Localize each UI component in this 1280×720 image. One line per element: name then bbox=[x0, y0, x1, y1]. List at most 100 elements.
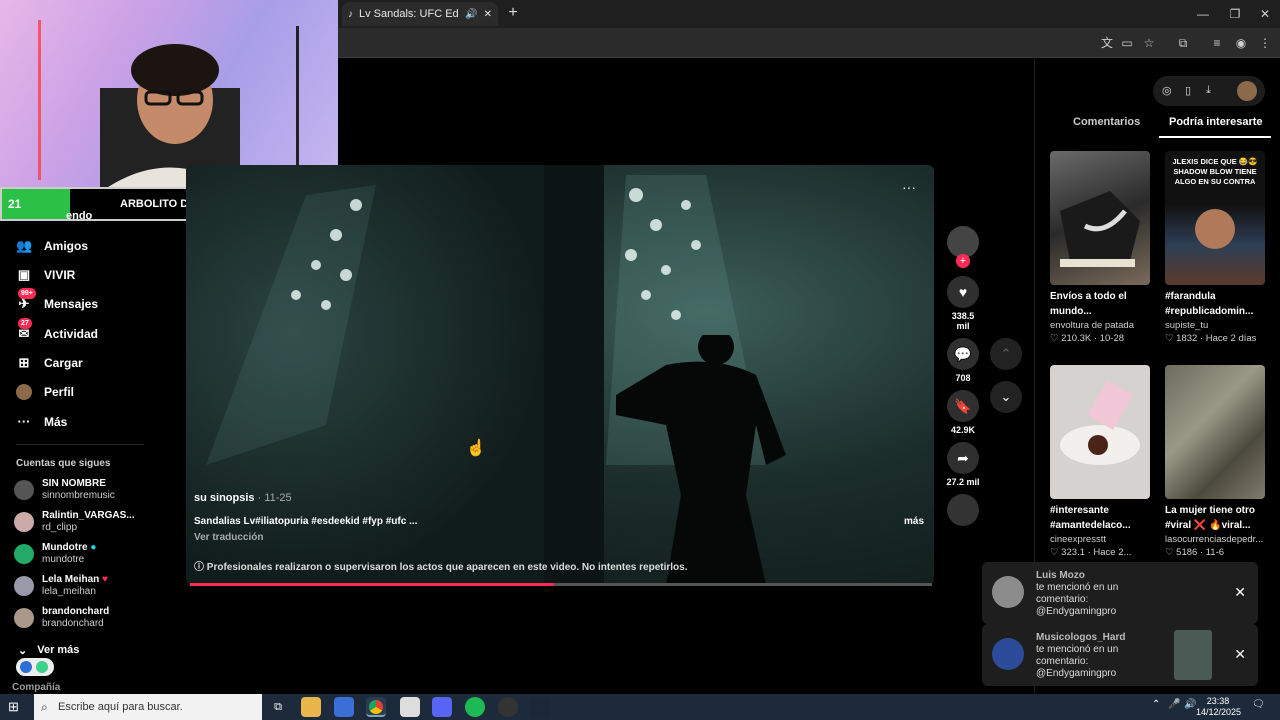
suggested-card[interactable]: JLEXIS DICE QUE 😂😎 SHADOW BLOW TIENE ALG… bbox=[1165, 151, 1265, 344]
live-icon: ▣ bbox=[17, 267, 31, 282]
suggested-card[interactable]: La mujer tiene otro #viral ❌ 🔥viral... l… bbox=[1165, 365, 1265, 558]
compass-icon[interactable]: ◎ bbox=[1162, 84, 1172, 97]
download-icon[interactable]: ⤓ bbox=[1206, 84, 1211, 97]
card-title-line2: mundo... bbox=[1050, 306, 1092, 317]
cast-icon[interactable]: ▭ bbox=[1118, 34, 1136, 52]
sidebar-item-label: Actividad bbox=[44, 327, 99, 341]
extensions-icon[interactable]: ⧉ bbox=[1174, 34, 1192, 52]
browser-tab[interactable]: ♪ Lv Sandals: UFC Edit Featur 🔊 ✕ bbox=[342, 2, 498, 26]
more-link[interactable]: más bbox=[904, 516, 924, 527]
notification-center-icon[interactable]: 🗨 bbox=[1252, 699, 1265, 710]
overlay-counter: 21 bbox=[2, 189, 70, 219]
profile-avatar-icon[interactable]: ◉ bbox=[1232, 34, 1250, 52]
suggested-card[interactable]: #interesante #amantedelaco... cineexpres… bbox=[1050, 365, 1150, 558]
card-thumb-text: JLEXIS DICE QUE 😂😎 SHADOW BLOW TIENE ALG… bbox=[1172, 157, 1258, 186]
speaker-icon[interactable]: 🔊 bbox=[465, 9, 477, 20]
following-item[interactable]: brandonchard brandonchard bbox=[14, 606, 109, 630]
webcam-overlay bbox=[0, 0, 338, 190]
store-icon[interactable] bbox=[334, 697, 354, 717]
new-tab-button[interactable]: + bbox=[504, 4, 522, 22]
info-icon: ⓘ bbox=[194, 562, 204, 573]
tray-chevron-icon[interactable]: ⌃ bbox=[1152, 699, 1160, 710]
restore-button[interactable]: ❐ bbox=[1218, 0, 1252, 28]
tab-close-icon[interactable]: ✕ bbox=[484, 9, 492, 20]
following-item[interactable]: Ralintin_VARGAS... rd_clipp bbox=[14, 510, 135, 534]
video-player[interactable]: ··· su sinopsis · 11-25 Sandalias Lv#ili… bbox=[186, 165, 934, 585]
notes-icon[interactable] bbox=[400, 697, 420, 717]
windows-start-icon[interactable]: ⊞ bbox=[8, 699, 24, 715]
volume-icon[interactable]: 🔊 bbox=[1184, 699, 1196, 710]
music-disc-icon bbox=[947, 494, 979, 526]
sidebar-item-live[interactable]: ▣ VIVIR bbox=[16, 263, 76, 287]
card-title: #farandula bbox=[1165, 291, 1216, 302]
follow-plus-icon[interactable]: + bbox=[956, 254, 970, 268]
mention-notification[interactable]: Musicologos_Hard te mencionó en un comen… bbox=[982, 624, 1258, 686]
left-sidebar: 👥 Amigos ▣ VIVIR ✈ 99+ Mensajes ✉ 27 Activ… bbox=[0, 220, 170, 694]
like-button[interactable]: ♥ 338.5 mil bbox=[946, 276, 980, 331]
following-item[interactable]: Mundotre ● mundotre bbox=[14, 542, 96, 566]
discord-icon[interactable] bbox=[432, 697, 452, 717]
avatar bbox=[14, 512, 34, 532]
comment-button[interactable]: 💬 708 bbox=[946, 338, 980, 383]
tab-suggested[interactable]: Podría interesarte bbox=[1169, 116, 1263, 128]
following-item[interactable]: SIN NOMBRE sinnombremusic bbox=[14, 478, 115, 502]
notification-thumbnail bbox=[1174, 630, 1212, 680]
music-disc[interactable] bbox=[946, 494, 980, 526]
obs-icon[interactable] bbox=[498, 697, 518, 717]
tab-comments[interactable]: Comentarios bbox=[1073, 116, 1140, 128]
company-link[interactable]: Compañía bbox=[12, 682, 60, 693]
media-icon[interactable]: ≡ bbox=[1208, 34, 1226, 52]
following-item[interactable]: Lela Meihan ♥ lela_meihan bbox=[14, 574, 108, 598]
steam-icon[interactable] bbox=[530, 697, 550, 717]
sneaker-image bbox=[1060, 191, 1140, 267]
avatar bbox=[992, 638, 1024, 670]
close-window-button[interactable]: ✕ bbox=[1248, 0, 1280, 28]
save-count: 42.9K bbox=[950, 425, 976, 435]
suggested-card[interactable]: Envíos a todo el mundo... envoltura de p… bbox=[1050, 151, 1150, 344]
browser-menu-icon[interactable]: ⋮ bbox=[1256, 34, 1274, 52]
card-title-line2: #amantedelaco... bbox=[1050, 520, 1131, 531]
save-button[interactable]: 🔖 42.9K bbox=[946, 390, 980, 435]
taskbar-search[interactable]: ⌕ Escribe aquí para buscar. bbox=[34, 694, 262, 720]
translate-link[interactable]: Ver traducción bbox=[194, 532, 263, 543]
sidebar-item-more[interactable]: ··· Más bbox=[16, 410, 68, 434]
taskbar-clock[interactable]: 23:38 14/12/2025 bbox=[1196, 696, 1241, 718]
card-thumbnail bbox=[1165, 365, 1265, 499]
task-view-icon[interactable]: ⧉ bbox=[268, 697, 288, 717]
video-author[interactable]: su sinopsis bbox=[194, 492, 255, 504]
sidebar-item-label: Cargar bbox=[44, 356, 83, 370]
previous-video-button[interactable]: ⌃ bbox=[990, 338, 1022, 370]
app-promo-pill[interactable] bbox=[16, 658, 54, 676]
phone-icon[interactable]: ▯ bbox=[1185, 84, 1191, 97]
card-thumbnail bbox=[1050, 365, 1150, 499]
minimize-button[interactable]: — bbox=[1186, 0, 1220, 28]
comment-count: 708 bbox=[955, 373, 971, 383]
avatar bbox=[992, 576, 1024, 608]
tv-icon bbox=[20, 661, 32, 673]
card-meta: ♡ 323.1 · Hace 2... bbox=[1050, 547, 1132, 558]
file-explorer-icon[interactable] bbox=[301, 697, 321, 717]
more-options-icon[interactable]: ··· bbox=[902, 179, 916, 195]
sidebar-item-upload[interactable]: ⊞ Cargar bbox=[16, 351, 83, 375]
sidebar-item-activity[interactable]: ✉ 27 Actividad bbox=[16, 318, 99, 346]
creator-avatar[interactable]: + bbox=[946, 226, 980, 268]
chevron-down-icon: ⌄ bbox=[18, 644, 28, 657]
bookmark-star-icon[interactable]: ☆ bbox=[1140, 34, 1158, 52]
card-meta: ♡ 1832 · Hace 2 días bbox=[1165, 333, 1257, 344]
share-button[interactable]: ➦ 27.2 mil bbox=[946, 442, 980, 487]
sidebar-item-friends[interactable]: 👥 Amigos bbox=[16, 234, 88, 258]
translate-icon[interactable]: 文 bbox=[1098, 34, 1116, 52]
spotify-icon[interactable] bbox=[465, 697, 485, 717]
avatar[interactable] bbox=[1237, 81, 1257, 101]
card-author: envoltura de patada bbox=[1050, 320, 1134, 331]
chrome-icon[interactable] bbox=[366, 697, 386, 717]
following-name: SIN NOMBRE bbox=[42, 478, 106, 489]
mention-notification[interactable]: Luis Mozo te mencionó en un comentario: … bbox=[982, 562, 1258, 624]
close-icon[interactable]: ✕ bbox=[1234, 646, 1246, 663]
video-progress-bar[interactable] bbox=[190, 583, 932, 586]
microphone-icon[interactable]: 🎤 bbox=[1168, 699, 1180, 710]
close-icon[interactable]: ✕ bbox=[1234, 584, 1246, 601]
sidebar-item-messages[interactable]: ✈ 99+ Mensajes bbox=[16, 288, 98, 316]
next-video-button[interactable]: ⌄ bbox=[990, 381, 1022, 413]
sidebar-item-profile[interactable]: Perfil bbox=[16, 380, 74, 404]
